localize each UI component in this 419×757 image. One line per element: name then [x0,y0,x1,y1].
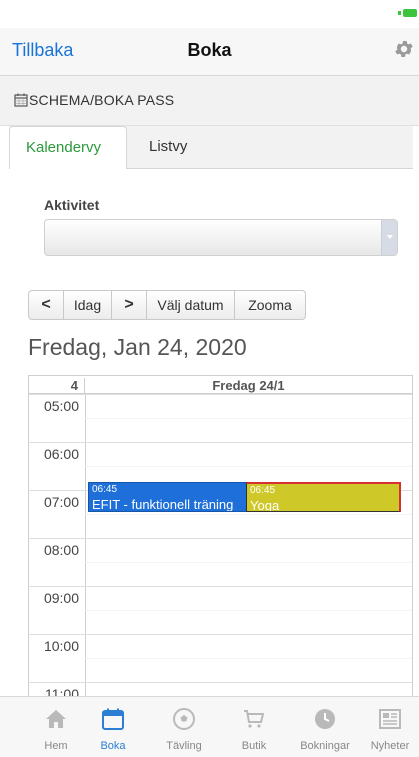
hour-row: 06:00 [29,442,412,466]
day-calendar: 4 Fredag 24/1 05:00 06:00 07:00 08:00 09… [28,375,413,696]
half-hour-row [85,658,413,682]
tab-label: Nyheter [370,740,410,752]
date-title: Fredag, Jan 24, 2020 [28,334,247,360]
week-number: 4 [29,378,85,395]
gear-icon[interactable] [393,38,415,60]
time-label: 06:00 [43,446,79,462]
zoom-button[interactable]: Zooma [235,291,305,319]
event-time: 06:45 [250,485,276,496]
time-label: 05:00 [43,398,79,414]
time-label: 11:00 [45,686,79,696]
time-label: 09:00 [43,590,79,606]
tab-label: Bokningar [300,740,350,752]
event-name: Yoga [250,498,280,512]
hour-row: 10:00 [29,634,412,658]
tab-label: Butik [241,740,267,752]
calendar-icon [102,708,124,730]
section-title: SCHEMA/BOKA PASS [29,92,175,108]
tab-label: Tävling [166,740,202,752]
cart-icon [244,710,265,728]
half-hour-row [85,610,413,634]
soccer-ball-icon [173,708,195,730]
section-header: SCHEMA/BOKA PASS [0,76,419,126]
half-hour-row [85,514,413,538]
tab-bookings[interactable]: Bokningar [290,697,360,757]
hour-row: 11:00 [29,682,412,696]
view-tabs: Kalendervy Listvy [9,126,413,170]
content-area: Kalendervy Listvy Aktivitet < Idag > Väl… [9,126,413,696]
battery-icon [398,9,417,17]
page-title: Boka [187,40,232,60]
calendar-panel: Aktivitet < Idag > Välj datum Zooma Fred… [9,169,413,696]
tab-calendar-view[interactable]: Kalendervy [9,126,127,170]
tab-news[interactable]: Nyheter [355,697,419,757]
calendar-icon [14,93,28,107]
time-label: 07:00 [43,494,79,510]
newspaper-icon [379,709,401,729]
prev-day-button[interactable]: < [29,291,64,319]
calendar-event-efit[interactable]: 06:45 EFIT - funktionell träning [88,482,248,512]
chevron-down-icon[interactable] [381,220,397,255]
tab-shop[interactable]: Butik [219,697,289,757]
nav-bar: Tillbaka Boka [0,28,419,76]
calendar-header: 4 Fredag 24/1 [29,376,412,395]
half-hour-row [85,418,413,442]
next-day-button[interactable]: > [112,291,147,319]
event-time: 06:45 [92,484,118,495]
tab-competition[interactable]: Tävling [149,697,219,757]
day-header: Fredag 24/1 [212,378,285,393]
half-hour-row [85,562,413,586]
pick-date-button[interactable]: Välj datum [147,291,235,319]
status-bar [0,0,419,28]
time-label: 10:00 [43,638,79,654]
home-icon [46,710,66,728]
app-screen: Tillbaka Boka SCHEMA/BOKA PASS Kalenderv… [0,0,419,757]
activity-label: Aktivitet [44,197,100,213]
hour-row: 09:00 [29,586,412,610]
tab-label: Boka [100,740,126,752]
hour-row: 05:00 [29,394,412,418]
event-name: EFIT - funktionell träning [92,497,234,512]
today-button[interactable]: Idag [64,291,112,319]
clock-icon [315,709,335,729]
hour-row: 08:00 [29,538,412,562]
activity-select[interactable] [44,219,398,256]
time-label: 08:00 [43,542,79,558]
tab-book[interactable]: Boka [78,697,148,757]
tab-list-view[interactable]: Listvy [133,126,213,170]
bottom-tab-bar: Hem Boka Tävling Butik Bokningar Nyheter [0,696,419,757]
calendar-event-yoga[interactable]: 06:45 Yoga [246,482,401,512]
calendar-toolbar: < Idag > Välj datum Zooma [28,290,306,320]
